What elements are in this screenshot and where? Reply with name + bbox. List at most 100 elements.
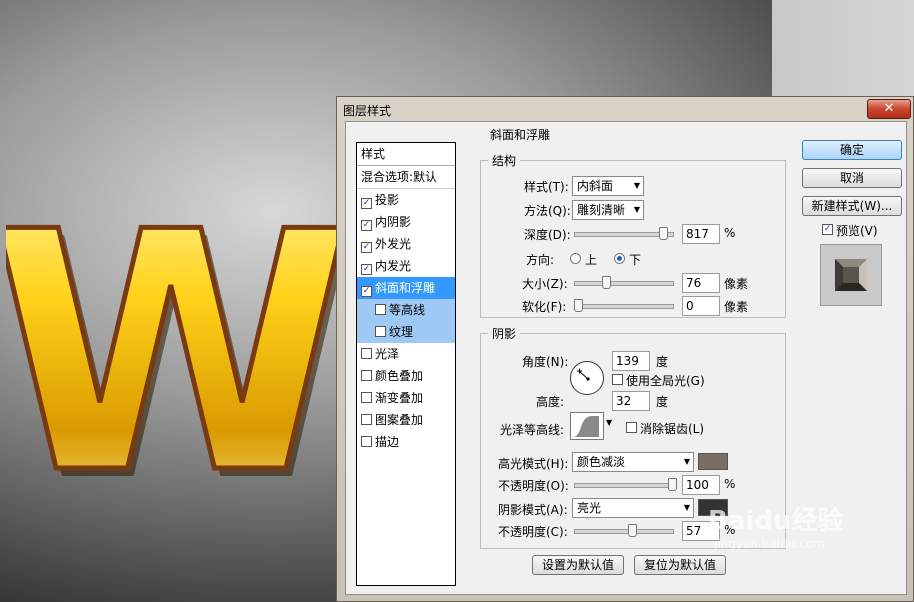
highlight-opacity-label: 不透明度(O): <box>498 479 569 493</box>
depth-label: 深度(D): <box>524 228 571 242</box>
style-item-label: 等高线 <box>389 303 426 317</box>
technique-label: 方法(Q): <box>524 204 571 218</box>
style-item[interactable]: 图案叠加 <box>357 409 455 431</box>
highlight-mode-value: 颜色减淡 <box>577 455 626 469</box>
soften-input[interactable]: 0 <box>682 296 720 316</box>
reset-default-button[interactable]: 复位为默认值 <box>634 555 726 575</box>
cancel-button[interactable]: 取消 <box>802 168 902 188</box>
style-item[interactable]: 描边 <box>357 431 455 453</box>
style-item-label: 内发光 <box>375 259 412 273</box>
shadow-opacity-slider[interactable] <box>574 529 674 534</box>
style-item-checkbox[interactable]: ✓ <box>361 286 372 297</box>
altitude-label: 高度: <box>536 395 565 409</box>
angle-label: 角度(N): <box>522 355 569 369</box>
highlight-opacity-thumb[interactable] <box>668 478 677 491</box>
direction-label: 方向: <box>526 253 555 267</box>
style-item-checkbox[interactable] <box>361 348 372 359</box>
style-item-checkbox[interactable]: ✓ <box>361 264 372 275</box>
size-slider[interactable] <box>574 281 674 286</box>
style-item-label: 描边 <box>375 435 400 449</box>
bevel-section-title: 斜面和浮雕 <box>486 126 555 143</box>
style-preview-thumbnail <box>820 244 882 306</box>
shadow-opacity-label: 不透明度(C): <box>498 525 568 539</box>
technique-value: 雕刻清晰 <box>577 203 626 217</box>
shading-title: 阴影 <box>488 325 521 342</box>
style-item[interactable]: ✓ 内发光 <box>357 255 455 277</box>
styles-header[interactable]: 样式 <box>357 143 455 166</box>
antialias-label[interactable]: 消除锯齿(L) <box>640 420 704 437</box>
shadow-mode-value: 亮光 <box>577 501 602 515</box>
make-default-button[interactable]: 设置为默认值 <box>532 555 624 575</box>
style-item[interactable]: 颜色叠加 <box>357 365 455 387</box>
blend-options-item[interactable]: 混合选项:默认 <box>357 166 455 189</box>
direction-down-label[interactable]: 下 <box>629 251 641 268</box>
style-item-label: 光泽 <box>375 347 400 361</box>
new-style-button[interactable]: 新建样式(W)... <box>802 196 902 216</box>
close-button[interactable]: ✕ <box>867 99 911 119</box>
size-slider-thumb[interactable] <box>602 276 612 289</box>
size-label: 大小(Z): <box>522 277 568 291</box>
highlight-opacity-input[interactable]: 100 <box>682 475 720 495</box>
highlight-mode-dropdown[interactable]: 颜色减淡 ▼ <box>572 452 694 472</box>
style-item-checkbox[interactable] <box>375 326 386 337</box>
soften-slider[interactable] <box>574 304 674 309</box>
contour-dropdown-arrow-icon[interactable]: ▼ <box>606 418 612 427</box>
dropdown-arrow-icon: ▼ <box>633 205 640 214</box>
direction-up-label[interactable]: 上 <box>585 251 597 268</box>
style-item[interactable]: 渐变叠加 <box>357 387 455 409</box>
bevel-style-dropdown[interactable]: 内斜面 ▼ <box>572 176 644 196</box>
style-item[interactable]: ✓ 外发光 <box>357 233 455 255</box>
style-item-checkbox[interactable] <box>361 370 372 381</box>
shadow-mode-label: 阴影模式(A): <box>498 503 568 517</box>
preview-checkbox[interactable]: ✓ <box>822 224 833 235</box>
preview-label[interactable]: 预览(V) <box>836 222 878 239</box>
highlight-opacity-slider[interactable] <box>574 483 674 488</box>
altitude-input[interactable]: 32 <box>612 391 650 411</box>
angle-input[interactable]: 139 <box>612 351 650 371</box>
style-item-checkbox[interactable] <box>361 436 372 447</box>
soften-slider-thumb[interactable] <box>574 299 583 312</box>
dropdown-arrow-icon: ▼ <box>683 457 690 466</box>
soften-label: 软化(F): <box>522 300 567 314</box>
style-item[interactable]: ✓ 斜面和浮雕 <box>357 277 455 299</box>
style-list: 样式 混合选项:默认 ✓ 投影 ✓ 内阴影 ✓ 外发光 ✓ 内发光 ✓ 斜面和浮雕 等高线 纹理 光泽颜… <box>356 142 456 586</box>
style-item[interactable]: 光泽 <box>357 343 455 365</box>
watermark-brand: Baidu经验 <box>708 506 844 536</box>
style-item-checkbox[interactable]: ✓ <box>361 242 372 253</box>
close-icon: ✕ <box>883 101 895 116</box>
style-label: 样式(T): <box>524 180 569 194</box>
style-item-checkbox[interactable] <box>361 414 372 425</box>
angle-unit: 度 <box>656 355 669 369</box>
global-light-checkbox[interactable] <box>612 374 623 385</box>
antialias-checkbox[interactable] <box>626 422 637 433</box>
style-item-checkbox[interactable] <box>375 304 386 315</box>
global-light-label[interactable]: 使用全局光(G) <box>626 372 705 389</box>
direction-down-radio[interactable] <box>614 253 625 264</box>
soften-unit: 像素 <box>724 300 749 314</box>
style-item-label: 纹理 <box>389 325 414 339</box>
title-bar[interactable]: 图层样式 ✕ <box>337 97 913 121</box>
style-item[interactable]: ✓ 投影 <box>357 189 455 211</box>
structure-title: 结构 <box>488 152 521 169</box>
depth-input[interactable]: 817 <box>682 224 720 244</box>
style-item[interactable]: 等高线 <box>357 299 455 321</box>
angle-dial[interactable] <box>570 361 604 395</box>
highlight-color-swatch[interactable] <box>698 453 728 470</box>
gloss-contour-picker[interactable] <box>570 412 604 440</box>
altitude-unit: 度 <box>656 395 669 409</box>
style-item[interactable]: ✓ 内阴影 <box>357 211 455 233</box>
style-item-label: 斜面和浮雕 <box>375 281 436 295</box>
shadow-mode-dropdown[interactable]: 亮光 ▼ <box>572 498 694 518</box>
style-item-checkbox[interactable]: ✓ <box>361 198 372 209</box>
shadow-opacity-thumb[interactable] <box>627 524 637 537</box>
depth-unit: % <box>724 226 736 240</box>
technique-dropdown[interactable]: 雕刻清晰 ▼ <box>572 200 644 220</box>
size-input[interactable]: 76 <box>682 273 720 293</box>
direction-up-radio[interactable] <box>570 253 581 264</box>
ok-button[interactable]: 确定 <box>802 140 902 160</box>
style-item[interactable]: 纹理 <box>357 321 455 343</box>
style-item-checkbox[interactable]: ✓ <box>361 220 372 231</box>
style-item-checkbox[interactable] <box>361 392 372 403</box>
style-item-label: 内阴影 <box>375 215 412 229</box>
depth-slider-thumb[interactable] <box>658 227 668 240</box>
